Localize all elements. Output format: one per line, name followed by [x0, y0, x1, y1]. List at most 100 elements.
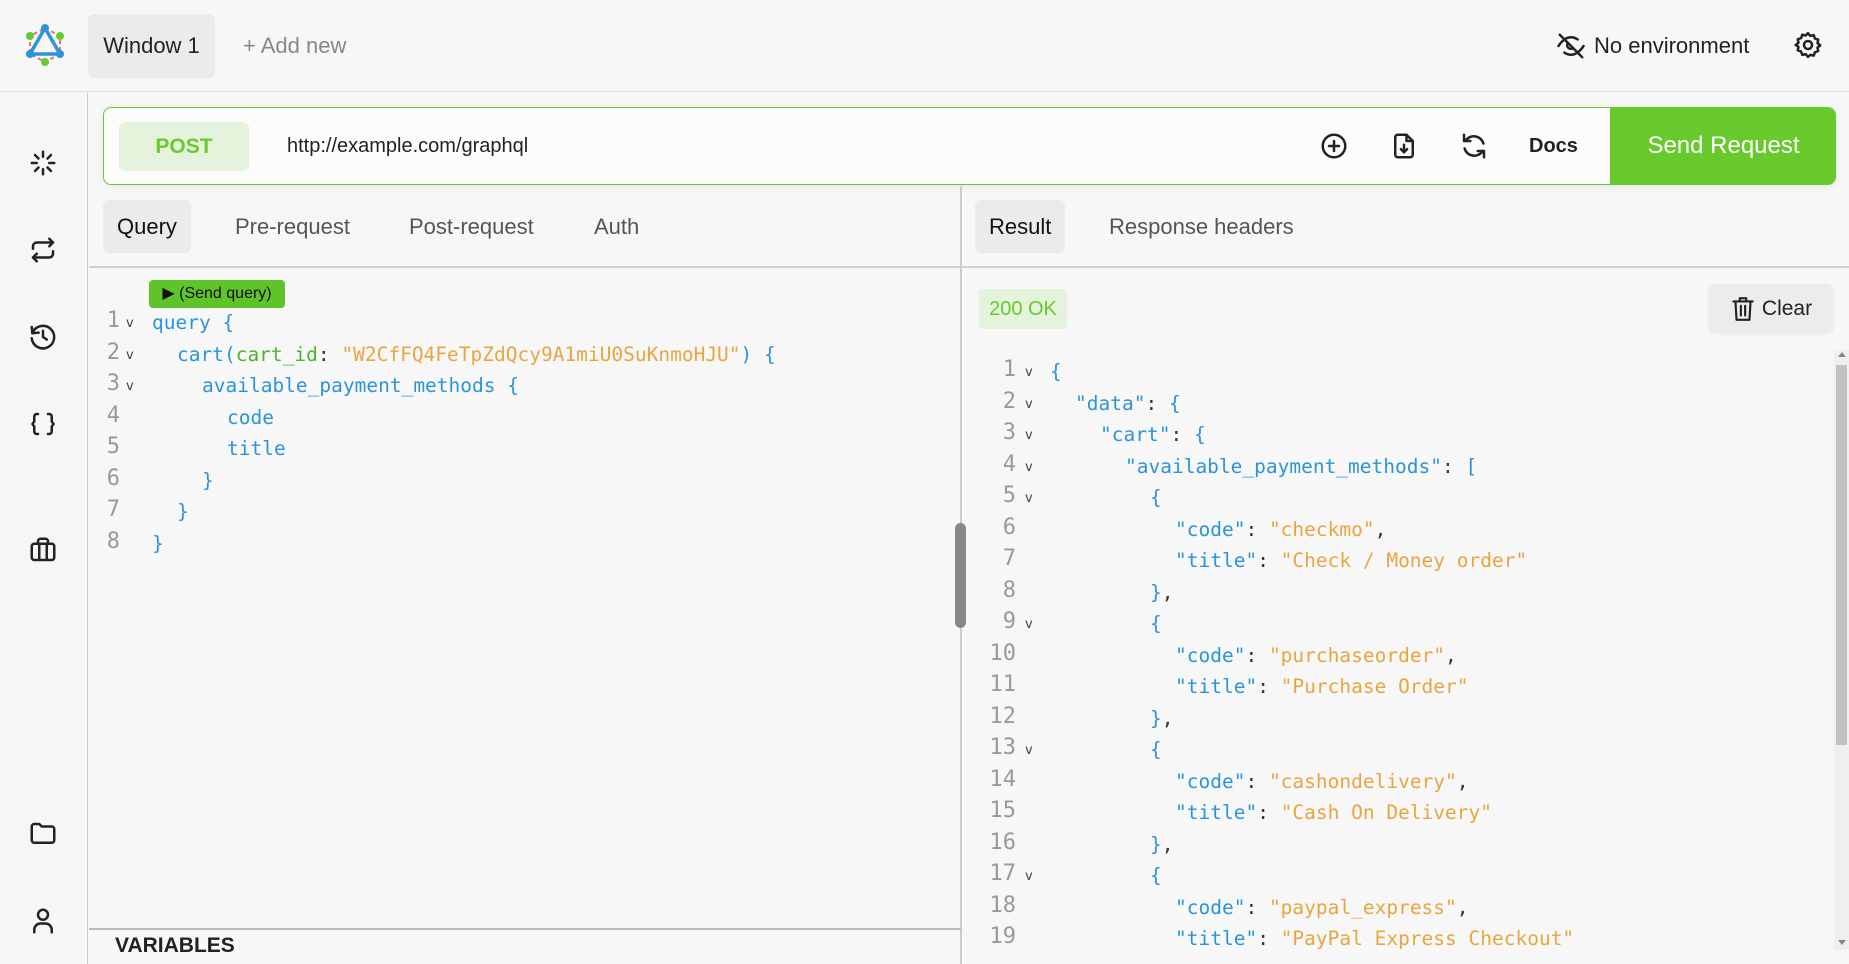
line-number: 4	[1002, 451, 1016, 477]
line-number: 17	[989, 861, 1017, 886]
code-line: {	[1150, 612, 1162, 635]
line-number: 4	[106, 402, 120, 428]
add-plus-circle-icon[interactable]	[1319, 131, 1349, 161]
code-token: {	[764, 342, 776, 366]
line-number: 6	[1002, 514, 1016, 540]
result-scrollbar[interactable]	[1834, 350, 1849, 950]
variables-header[interactable]: VARIABLES	[115, 934, 235, 958]
code-token: }	[177, 500, 189, 523]
environment-label: No environment	[1594, 33, 1750, 58]
tab-post-request[interactable]: Post-request	[395, 200, 548, 253]
code-token: "data"	[1075, 391, 1146, 415]
code-token: "title"	[1175, 801, 1258, 824]
status-badge: 200 OK	[979, 289, 1067, 329]
code-token: }	[1150, 832, 1162, 856]
code-token: ,	[1374, 517, 1387, 541]
code-line: query {	[152, 311, 234, 334]
code-token: "W2CfFQ4FeTpZdQcy9A1miU0SuKnmoHJU"	[341, 342, 741, 366]
tab-response-headers[interactable]: Response headers	[1095, 200, 1308, 253]
tab-auth[interactable]: Auth	[580, 200, 653, 253]
code-token: cart(	[177, 342, 236, 366]
code-token: "code"	[1175, 643, 1246, 667]
folder-icon[interactable]	[28, 819, 58, 849]
code-line: }	[177, 500, 189, 523]
code-token: "title"	[1175, 549, 1258, 572]
braces-icon[interactable]	[28, 409, 58, 439]
code-token: "available_payment_methods"	[1125, 454, 1442, 478]
code-token: }	[1150, 706, 1162, 730]
code-token: :	[1257, 801, 1281, 824]
code-token: {	[1150, 612, 1162, 635]
clear-label: Clear	[1761, 296, 1813, 320]
refresh-icon[interactable]	[1459, 131, 1489, 161]
window-tab[interactable]: Window 1	[88, 14, 215, 78]
fold-chevron-icon[interactable]: v	[1025, 365, 1033, 380]
code-token: {	[1193, 423, 1206, 446]
code-token: ,	[1445, 643, 1457, 667]
line-number: 19	[989, 924, 1017, 949]
scroll-down-arrow-icon[interactable]	[1838, 940, 1846, 945]
tab-pre-request[interactable]: Pre-request	[221, 200, 364, 253]
code-line: "code": "cashondelivery",	[1175, 770, 1469, 793]
repeat-icon[interactable]	[28, 235, 58, 265]
docs-button[interactable]: Docs	[1529, 108, 1578, 184]
code-token: "title"	[1175, 927, 1258, 950]
fold-chevron-icon[interactable]: v	[1025, 617, 1033, 632]
tab-result[interactable]: Result	[975, 200, 1066, 253]
line-number: 13	[989, 735, 1017, 760]
code-token: "code"	[1175, 769, 1246, 793]
code-line: code	[227, 406, 274, 429]
send-request-button[interactable]: Send Request	[1610, 108, 1835, 184]
tabs-divider	[962, 266, 1849, 268]
fold-chevron-icon[interactable]: v	[1025, 460, 1033, 475]
environment-selector[interactable]: No environment	[1556, 26, 1749, 66]
scrollbar-thumb[interactable]	[1836, 365, 1847, 745]
line-number: 2	[106, 339, 120, 365]
history-icon[interactable]	[28, 322, 58, 352]
line-number: 18	[989, 892, 1017, 918]
eye-off-icon	[1556, 31, 1586, 61]
user-icon[interactable]	[28, 906, 58, 936]
fold-chevron-icon[interactable]: v	[1025, 397, 1033, 412]
code-token: ,	[1161, 706, 1174, 730]
code-line: {	[1150, 486, 1162, 509]
code-line: "title": "Check / Money order"	[1175, 549, 1527, 572]
variables-divider	[89, 928, 961, 930]
code-token: {	[1150, 738, 1162, 761]
fold-chevron-icon[interactable]: v	[1025, 491, 1033, 506]
loader-icon[interactable]	[28, 148, 58, 178]
code-token: ,	[1456, 895, 1469, 919]
line-number: 1	[1002, 357, 1016, 382]
url-input[interactable]	[287, 108, 1287, 184]
code-token: "cart"	[1100, 423, 1171, 446]
code-line: {	[1150, 738, 1162, 761]
file-download-icon[interactable]	[1389, 131, 1419, 161]
code-token: }	[1150, 580, 1162, 604]
code-token: }	[152, 531, 164, 555]
fold-chevron-icon[interactable]: v	[1025, 869, 1033, 884]
line-number: 3	[106, 371, 120, 396]
fold-chevron-icon[interactable]: v	[126, 379, 134, 394]
scroll-up-arrow-icon[interactable]	[1838, 352, 1846, 357]
code-token: )	[740, 342, 765, 366]
code-line: "title": "Purchase Order"	[1175, 675, 1469, 698]
code-token: :	[1245, 517, 1269, 541]
line-number: 7	[106, 497, 120, 522]
settings-gear-icon[interactable]	[1793, 30, 1823, 60]
code-token: }	[202, 468, 214, 492]
http-method-selector[interactable]: POST	[119, 122, 249, 171]
code-token: title	[227, 437, 286, 460]
fold-chevron-icon[interactable]: v	[1025, 743, 1033, 758]
tab-query[interactable]: Query	[103, 200, 191, 253]
line-number: 16	[989, 829, 1017, 855]
line-number: 7	[1002, 546, 1016, 571]
fold-chevron-icon[interactable]: v	[126, 348, 134, 363]
line-number: 10	[989, 640, 1017, 666]
fold-chevron-icon[interactable]: v	[126, 316, 134, 331]
briefcase-icon[interactable]	[28, 535, 58, 565]
clear-button[interactable]: Clear	[1709, 284, 1833, 333]
fold-chevron-icon[interactable]: v	[1025, 428, 1033, 443]
send-query-button[interactable]: ▶ (Send query)	[149, 280, 285, 308]
pane-resize-handle[interactable]	[955, 523, 966, 628]
add-new-window-button[interactable]: + Add new	[243, 14, 346, 78]
